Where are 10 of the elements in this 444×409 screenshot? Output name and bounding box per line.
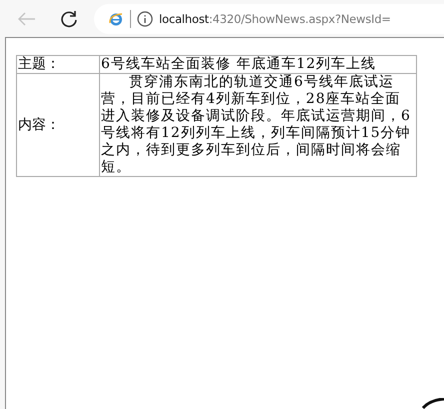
field-label: 内容：	[16, 74, 100, 176]
info-icon[interactable]	[137, 10, 153, 26]
url-text: localhost:4320/ShowNews.aspx?NewsId=	[159, 12, 391, 26]
arc-drawing	[422, 398, 444, 409]
reload-icon[interactable]	[60, 10, 78, 28]
address-bar[interactable]: localhost:4320/ShowNews.aspx?NewsId=	[94, 4, 444, 34]
browser-logo-icon	[108, 10, 124, 26]
field-value: 贯穿浦东南北的轨道交通6号线年底试运营，目前已经有4列新车到位，28座车站全面进入装修及设备调试阶段。年底试运营期间，6号线将有12列列车上线，列车间隔预计15分钟之内，待到更多列车到位后，间隔时间将会缩短。	[100, 74, 416, 176]
field-label: 主题：	[16, 56, 100, 74]
field-value: 6号线车站全面装修 年底通车12列车上线	[100, 56, 416, 74]
